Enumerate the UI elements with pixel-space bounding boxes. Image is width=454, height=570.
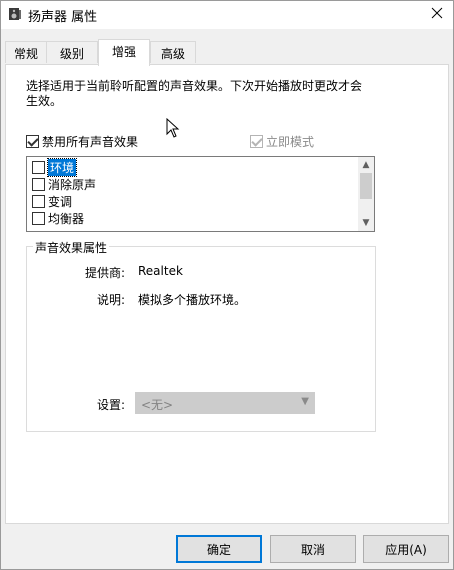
speaker-icon [8,7,22,21]
checkbox-box[interactable] [32,161,45,174]
scroll-up-arrow-icon[interactable]: ▲ [358,157,374,173]
description-label: 说明: [96,293,125,307]
description-value: 模拟多个播放环境。 [138,293,247,307]
effect-label: 变调 [48,195,73,209]
enhancements-description: 选择适用于当前聆听配置的声音效果。下次开始播放时更改才会生效。 [26,79,363,108]
mouse-cursor-icon [166,117,180,138]
list-item[interactable]: 均衡器 [32,210,84,227]
apply-button[interactable]: 应用(A) [363,535,449,563]
tab-general[interactable]: 常规 [5,41,47,63]
speaker-properties-dialog: 扬声器 属性 常规 级别 增强 高级 选择适用于当前聆听配置的声音效果。下次开始… [0,0,454,570]
list-item[interactable]: 变调 [32,193,72,210]
effect-label: 环境 [46,158,78,177]
title-bar: 扬声器 属性 [1,1,453,29]
cancel-button[interactable]: 取消 [270,535,356,563]
window-title: 扬声器 属性 [28,10,98,25]
checkbox-box[interactable] [32,195,45,208]
scroll-down-arrow-icon[interactable]: ▼ [358,215,374,231]
close-button[interactable] [423,1,451,27]
checkbox-box [250,135,263,148]
checkbox-box[interactable] [32,212,45,225]
tab-enhancements[interactable]: 增强 [98,39,150,66]
immediate-mode-checkbox[interactable]: 立即模式 [250,133,314,150]
scroll-thumb[interactable] [360,173,372,199]
checkbox-box[interactable] [32,178,45,191]
provider-label: 提供商: [84,266,125,280]
chevron-down-icon: ▼ [301,396,309,407]
close-icon [431,7,443,22]
checkbox-box [26,135,39,148]
effects-list[interactable]: 环境 消除原声 变调 均衡器 ▲ ▼ [26,156,375,232]
settings-select[interactable]: <无> ▼ [135,392,315,414]
provider-value: Realtek [138,264,183,278]
effects-list-scrollbar[interactable]: ▲ ▼ [358,157,374,231]
list-item[interactable]: 消除原声 [32,176,96,193]
disable-all-effects-label: 禁用所有声音效果 [42,135,139,149]
enhancements-panel: 选择适用于当前聆听配置的声音效果。下次开始播放时更改才会生效。 禁用所有声音效果… [5,64,449,524]
effect-properties-group: 声音效果属性 提供商: Realtek 说明: 模拟多个播放环境。 设置: <无… [26,239,376,432]
settings-label: 设置: [96,398,125,412]
effect-label: 消除原声 [48,178,97,192]
ok-button[interactable]: 确定 [176,535,262,563]
disable-all-effects-checkbox[interactable]: 禁用所有声音效果 [26,133,138,150]
tab-advanced[interactable]: 高级 [150,41,196,63]
list-item[interactable]: 环境 [32,158,78,177]
group-title: 声音效果属性 [33,239,110,256]
settings-select-value: <无> [141,398,174,412]
tab-levels[interactable]: 级别 [46,41,98,63]
effect-label: 均衡器 [48,212,85,226]
immediate-mode-label: 立即模式 [266,135,315,149]
